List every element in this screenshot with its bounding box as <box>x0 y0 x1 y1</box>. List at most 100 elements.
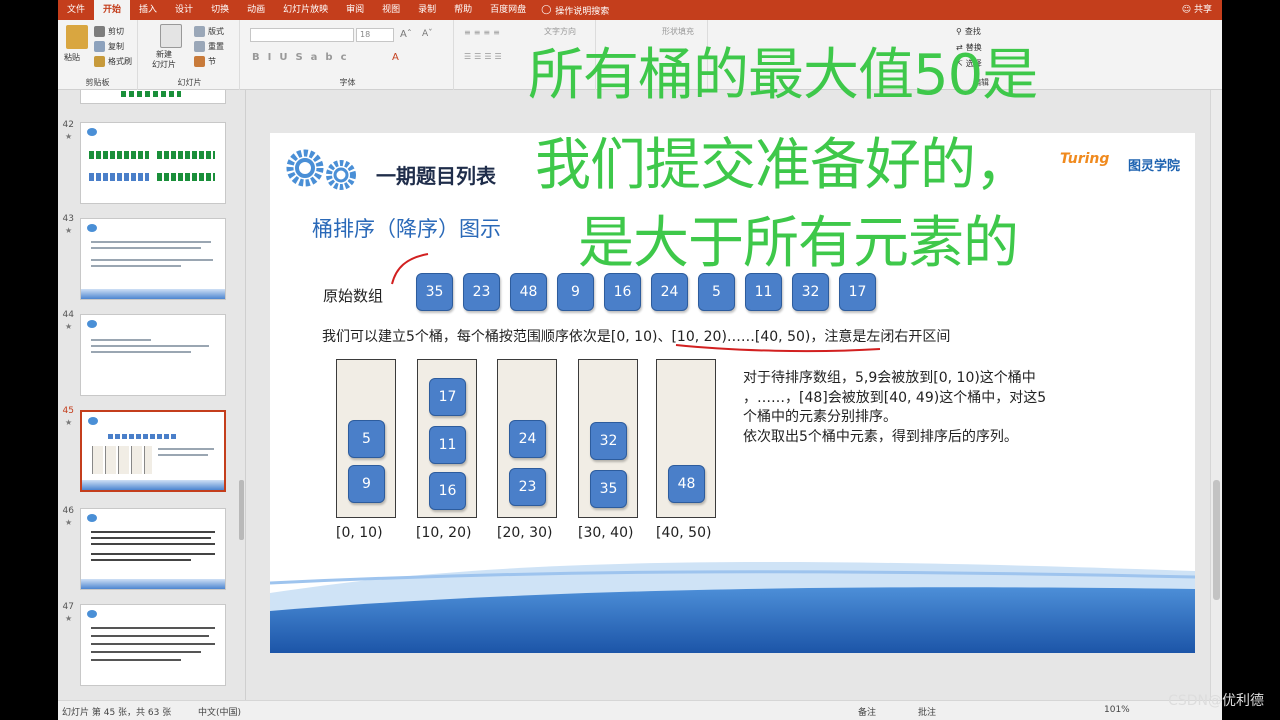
notes-button[interactable]: 备注 <box>858 705 876 718</box>
scrollbar-thumb[interactable] <box>239 480 244 540</box>
thumbnail-text-line <box>158 448 214 450</box>
thumbnail-46[interactable] <box>80 508 226 590</box>
language-indicator[interactable]: 中文(中国) <box>198 705 241 718</box>
thumbnail-42[interactable] <box>80 122 226 204</box>
thumbnail-wave <box>81 579 225 589</box>
tab-animations[interactable]: 动画 <box>238 0 274 20</box>
align-buttons[interactable]: ☰☰☰☰ <box>464 52 505 61</box>
thumbnail-text-line <box>91 345 209 347</box>
help-search[interactable]: ◯ 操作说明搜索 <box>541 4 609 17</box>
group-clipboard: 粘贴 剪切 复制 格式刷 剪贴板 <box>58 20 138 90</box>
comments-button[interactable]: 批注 <box>918 705 936 718</box>
star-icon: ★ <box>65 132 73 141</box>
explanation-text: 对于待排序数组，5,9会被放到[0, 10)这个桶中 ，……，[48]会被放到[… <box>743 369 1103 447</box>
slide-subtitle: 桶排序（降序）图示 <box>312 217 501 241</box>
thumbnail-text-line <box>158 454 208 456</box>
tab-design[interactable]: 设计 <box>166 0 202 20</box>
new-slide-icon[interactable] <box>160 24 182 48</box>
reset-label: 重置 <box>208 42 224 51</box>
thumbnail-text-line <box>91 651 201 653</box>
thumbnail-44[interactable] <box>80 314 226 396</box>
thumbnail-shapes <box>157 173 215 181</box>
thumbnail-shapes <box>89 173 149 181</box>
decorative-wave <box>270 562 1195 653</box>
overlay-text-line: 是大于所有元素的 <box>578 211 1019 276</box>
tab-view[interactable]: 视图 <box>373 0 409 20</box>
tab-help[interactable]: 帮助 <box>445 0 481 20</box>
thumbnail-wave <box>81 289 225 299</box>
bucket-cell: 11 <box>429 426 466 464</box>
tab-review[interactable]: 审阅 <box>337 0 373 20</box>
layout-button[interactable]: 版式 <box>194 26 224 37</box>
tab-slideshow[interactable]: 幻灯片放映 <box>274 0 337 20</box>
thumbnail-45[interactable] <box>80 410 226 492</box>
editor-scrollbar[interactable] <box>1210 90 1222 700</box>
paste-button[interactable]: 粘贴 <box>64 52 80 63</box>
thumbnail-text-line <box>91 559 191 561</box>
tab-record[interactable]: 录制 <box>409 0 445 20</box>
ribbon-tab-bar: 文件 开始 插入 设计 切换 动画 幻灯片放映 审阅 视图 录制 帮助 百度网盘… <box>58 0 1222 20</box>
scrollbar-thumb[interactable] <box>1213 480 1220 600</box>
thumbnail-shapes <box>92 446 152 474</box>
thumbnail-41-partial[interactable] <box>80 90 226 104</box>
copy-button[interactable]: 复制 <box>94 41 124 52</box>
thumbnail-text-line <box>91 339 151 341</box>
font-size-box[interactable]: 18 <box>356 28 394 42</box>
thumbnail-43[interactable] <box>80 218 226 300</box>
font-grow-icon[interactable]: Aˆ <box>400 29 412 40</box>
logo-text: 图灵学院 <box>1128 159 1181 174</box>
font-color-icon[interactable]: A <box>392 52 399 63</box>
font-shrink-icon[interactable]: Aˇ <box>422 29 433 39</box>
format-painter-button[interactable]: 格式刷 <box>94 56 132 67</box>
new-slide-button[interactable]: 新建 幻灯片 <box>152 50 176 70</box>
bucket-cell: 9 <box>348 465 385 503</box>
thumbnail-number: 46 <box>62 506 74 516</box>
thumbnail-text-line <box>91 627 215 629</box>
gears-icon <box>286 149 356 190</box>
layout-label: 版式 <box>208 27 224 36</box>
gear-icon <box>87 320 97 328</box>
tab-home[interactable]: 开始 <box>94 0 131 20</box>
tab-transitions[interactable]: 切换 <box>202 0 238 20</box>
reset-button[interactable]: 重置 <box>194 41 224 52</box>
brush-icon <box>94 56 105 67</box>
group-slides: 新建 幻灯片 版式 重置 节 幻灯片 <box>140 20 240 90</box>
paste-icon[interactable] <box>66 25 88 49</box>
thumbnail-text-line <box>91 241 211 243</box>
red-underline-stroke <box>675 344 881 353</box>
thumbnail-wave <box>82 480 224 490</box>
thumbnail-text-line <box>91 259 213 261</box>
bucket-cell: 32 <box>590 422 627 460</box>
font-style-buttons[interactable]: BIUSabc <box>252 52 355 63</box>
slide-thumbnails-panel: 42 ★ 43 ★ 44 ★ 45 ★ 46 ★ 47 ★ <box>58 90 246 700</box>
cut-button[interactable]: 剪切 <box>94 26 124 37</box>
copy-label: 复制 <box>108 42 124 51</box>
array-cell: 35 <box>416 273 453 311</box>
tab-insert[interactable]: 插入 <box>130 0 166 20</box>
gear-icon <box>87 224 97 232</box>
logo-badge: Turing <box>1060 151 1110 167</box>
thumbnails-scrollbar[interactable] <box>239 90 244 700</box>
tab-baidu-netdisk[interactable]: 百度网盘 <box>481 0 535 20</box>
font-group-label: 字体 <box>339 78 356 87</box>
bucket: 5 9 <box>336 359 396 518</box>
bucket-range-label: [40, 50) <box>656 525 712 541</box>
original-array-label: 原始数组 <box>323 287 384 305</box>
zoom-level[interactable]: 101% <box>1104 705 1130 715</box>
slide-header-title: 一期题目列表 <box>376 164 496 188</box>
bucket: 32 35 <box>578 359 638 518</box>
thumbnail-47[interactable] <box>80 604 226 686</box>
scissors-icon <box>94 26 105 37</box>
section-button[interactable]: 节 <box>194 56 216 67</box>
array-cell: 48 <box>510 273 547 311</box>
font-name-box[interactable] <box>250 28 354 42</box>
tab-file[interactable]: 文件 <box>58 0 94 20</box>
layout-icon <box>194 26 205 37</box>
gear-icon <box>88 417 98 425</box>
bucket-range-label: [10, 20) <box>416 525 472 541</box>
share-button[interactable]: ☺ 共享 <box>1182 0 1212 20</box>
thumbnail-number: 47 <box>62 602 74 612</box>
bucket-cell: 48 <box>668 465 705 503</box>
overlay-text-line: 我们提交准备好的， <box>535 133 1031 198</box>
list-buttons[interactable]: ≡≡≡≡ <box>464 28 503 37</box>
